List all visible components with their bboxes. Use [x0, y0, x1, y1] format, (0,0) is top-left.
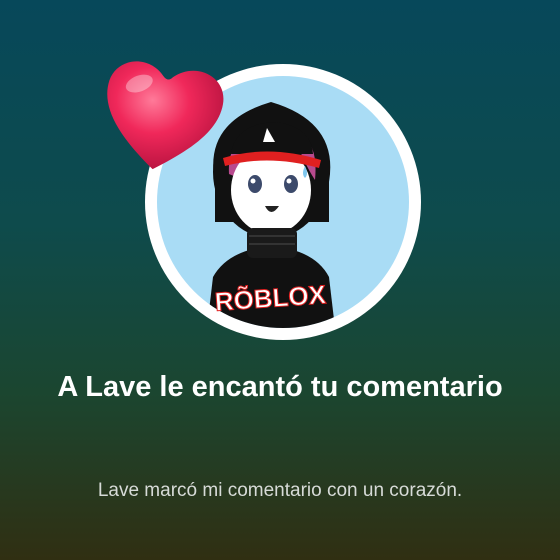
- heart-icon: [94, 48, 230, 184]
- notification-body: Lave marcó mi comentario con un corazón.: [97, 480, 463, 501]
- notification-title: A Lave le encantó tu comentario: [57, 371, 503, 403]
